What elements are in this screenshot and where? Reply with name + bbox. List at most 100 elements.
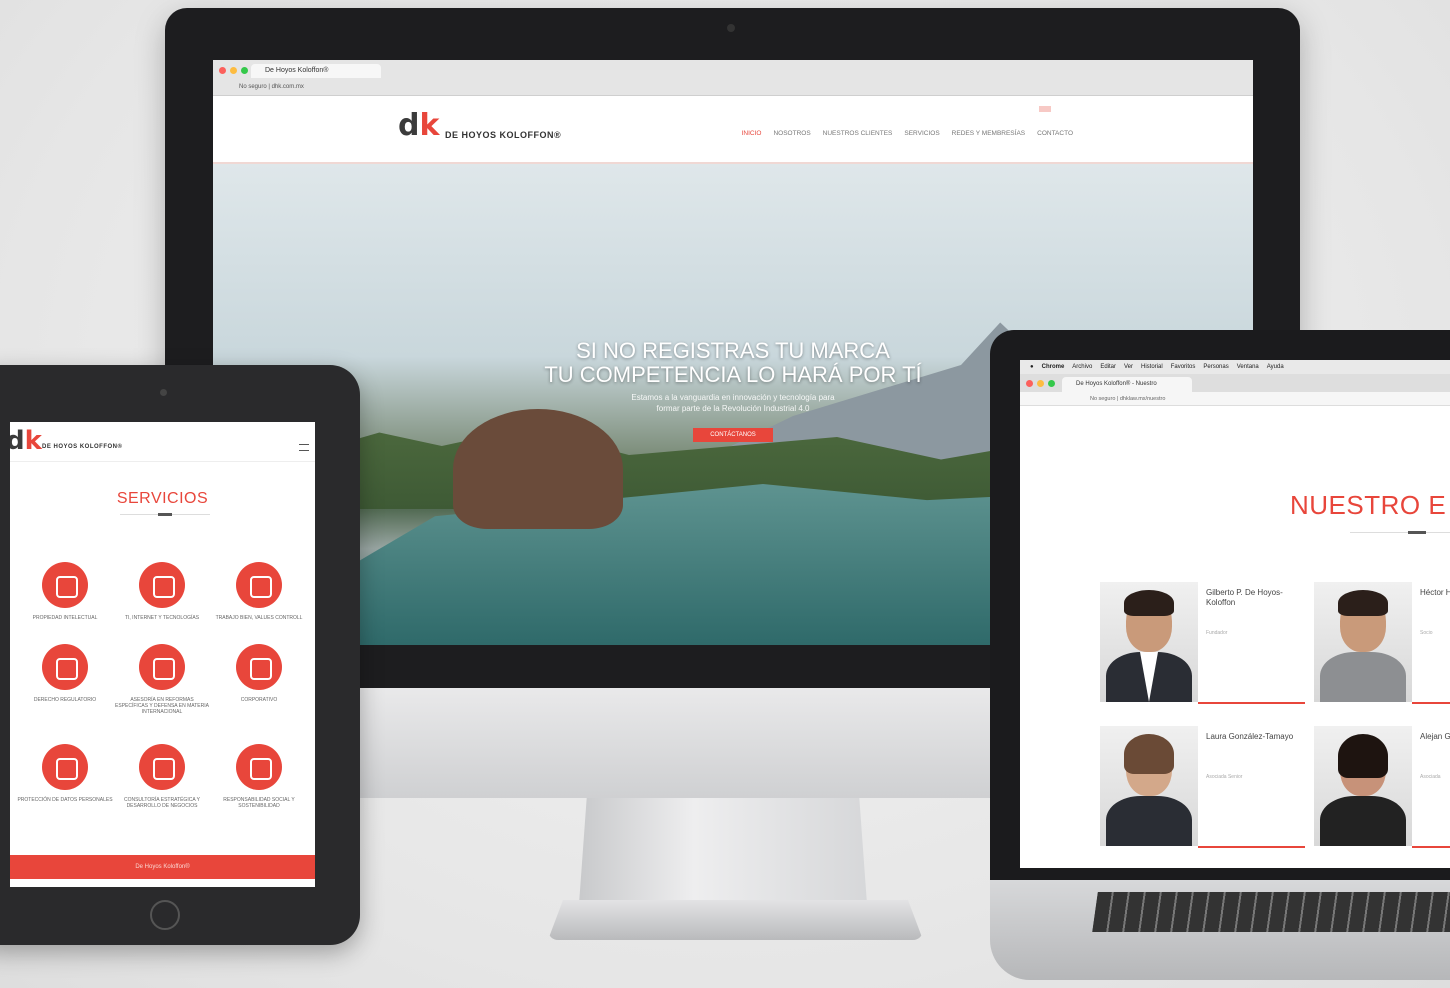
service-item[interactable]: CONSULTORÍA ESTRATÉGICA Y DESARROLLO DE … [114,744,210,809]
service-item[interactable]: TI, INTERNET Y TECNOLOGÍAS [114,562,210,621]
document-icon [236,644,282,690]
settings-icon [236,562,282,608]
divider-accent [1408,531,1426,534]
service-item[interactable]: DERECHO REGULATORIO [17,644,113,703]
service-item[interactable]: PROPIEDAD INTELECTUAL [17,562,113,621]
card-underline [1412,702,1450,704]
building-icon [42,644,88,690]
services-description [20,524,305,531]
service-item[interactable]: PROTECCIÓN DE DATOS PERSONALES [17,744,113,803]
section-heading: NUESTRO E [1290,490,1447,520]
menu-item-redes[interactable]: REDES Y MEMBRESÍAS [952,130,1025,137]
camera [727,24,735,32]
menu-item-nosotros[interactable]: NOSOTROS [773,130,810,137]
logo-text: DE HOYOS KOLOFFON® [445,130,562,140]
browser-tab[interactable]: De Hoyos Koloffon® - Nuestro [1062,377,1192,392]
phone-icon [139,744,185,790]
top-bar-link[interactable] [1061,106,1063,112]
team-photo [1100,582,1198,702]
menu-item-servicios[interactable]: SERVICIOS [904,130,939,137]
service-item[interactable]: ASESORÍA EN REFORMAS ESPECÍFICAS Y DEFEN… [114,644,210,715]
team-card[interactable]: Gilberto P. De Hoyos-Koloffon Fundador [1100,582,1305,707]
logo[interactable]: dk [10,426,42,456]
top-bar-badge[interactable] [1039,106,1052,112]
card-underline [1198,846,1305,848]
os-menu-personas[interactable]: Personas [1203,360,1228,374]
window-controls [219,67,248,74]
team-description [1130,548,1131,554]
team-role: Asociada [1420,774,1441,780]
ipad-device: dk DE HOYOS KOLOFFON® SERVICIOS PROPIEDA… [0,365,360,945]
team-name: Alejan Garza- [1420,732,1450,741]
card-underline [1412,846,1450,848]
imac-foot [548,900,923,940]
team-role: Socio [1420,630,1433,636]
address-bar[interactable]: No seguro | dhklaw.mx/nuestro [1020,392,1450,406]
site-header: dk DE HOYOS KOLOFFON® INICIO NOSOTROS NU… [213,96,1253,164]
hamburger-menu-icon[interactable] [299,444,309,451]
os-menu-chrome[interactable]: Chrome [1042,360,1065,374]
close-icon[interactable] [1026,380,1033,387]
globe-icon [139,644,185,690]
address-bar[interactable]: No seguro | dhk.com.mx [219,82,1247,93]
team-photo [1100,726,1198,846]
team-name: Gilberto P. De Hoyos-Koloffon [1206,588,1283,607]
team-card[interactable]: Alejan Garza- Asociada [1314,726,1450,851]
macbook-device: ● Chrome Archivo Editar Ver Historial Fa… [990,330,1450,890]
window-controls [1026,380,1055,387]
team-photo [1314,726,1412,846]
top-bar [1039,106,1063,112]
os-menu-favoritos[interactable]: Favoritos [1171,360,1196,374]
fountain-sculpture [453,409,623,529]
monitor-icon [139,562,185,608]
team-name: Laura González-Tamayo [1206,732,1294,741]
team-photo [1314,582,1412,702]
browser-tabs: De Hoyos Koloffon® - Nuestro [1020,374,1450,392]
main-menu: INICIO NOSOTROS NUESTROS CLIENTES SERVIC… [742,130,1073,137]
minimize-icon[interactable] [1037,380,1044,387]
footer-strip [10,879,315,887]
menu-item-contacto[interactable]: CONTACTO [1037,130,1073,137]
team-role: Fundador [1206,630,1228,636]
os-menu-ver[interactable]: Ver [1124,360,1133,374]
os-menu-archivo[interactable]: Archivo [1072,360,1092,374]
logo-text: DE HOYOS KOLOFFON® [42,444,123,450]
apple-icon[interactable]: ● [1030,360,1034,374]
browser-tab[interactable]: De Hoyos Koloffon® [251,64,381,78]
os-menu-ventana[interactable]: Ventana [1237,360,1259,374]
logo[interactable]: dk [398,108,439,143]
card-underline [1198,702,1305,704]
service-item[interactable]: CORPORATIVO [211,644,307,703]
close-icon[interactable] [219,67,226,74]
intro-paragraph [1020,406,1450,417]
maximize-icon[interactable] [1048,380,1055,387]
camera [160,389,167,396]
contact-button[interactable]: CONTÁCTANOS [693,428,773,442]
service-item[interactable]: TRABAJO BIEN, VALUES CONTROLL [211,562,307,621]
team-card[interactable]: Laura González-Tamayo Asociada Senior [1100,726,1305,851]
maximize-icon[interactable] [241,67,248,74]
divider [1350,532,1450,533]
macbook-screen: ● Chrome Archivo Editar Ver Historial Fa… [1020,360,1450,868]
team-role: Asociada Senior [1206,774,1243,780]
service-item[interactable]: RESPONSABILIDAD SOCIAL Y SOSTENIBILIDAD [211,744,307,809]
puzzle-icon [236,744,282,790]
team-card[interactable]: Héctor Hoyos Socio [1314,582,1450,707]
laptop-icon [42,744,88,790]
ipad-header: dk DE HOYOS KOLOFFON® [10,422,315,462]
menu-item-inicio[interactable]: INICIO [742,130,762,137]
gears-icon [42,562,88,608]
divider-accent [158,513,172,516]
home-button[interactable] [150,900,180,930]
ipad-screen: dk DE HOYOS KOLOFFON® SERVICIOS PROPIEDA… [10,422,315,887]
keyboard [1092,892,1450,932]
page-title: SERVICIOS [116,490,209,507]
os-menu-historial[interactable]: Historial [1141,360,1163,374]
os-menu-ayuda[interactable]: Ayuda [1267,360,1284,374]
os-menu-bar: ● Chrome Archivo Editar Ver Historial Fa… [1020,360,1450,374]
menu-item-clientes[interactable]: NUESTROS CLIENTES [823,130,893,137]
os-menu-editar[interactable]: Editar [1100,360,1116,374]
browser-chrome: De Hoyos Koloffon® No seguro | dhk.com.m… [213,60,1253,96]
minimize-icon[interactable] [230,67,237,74]
team-name: Héctor Hoyos [1420,588,1450,597]
